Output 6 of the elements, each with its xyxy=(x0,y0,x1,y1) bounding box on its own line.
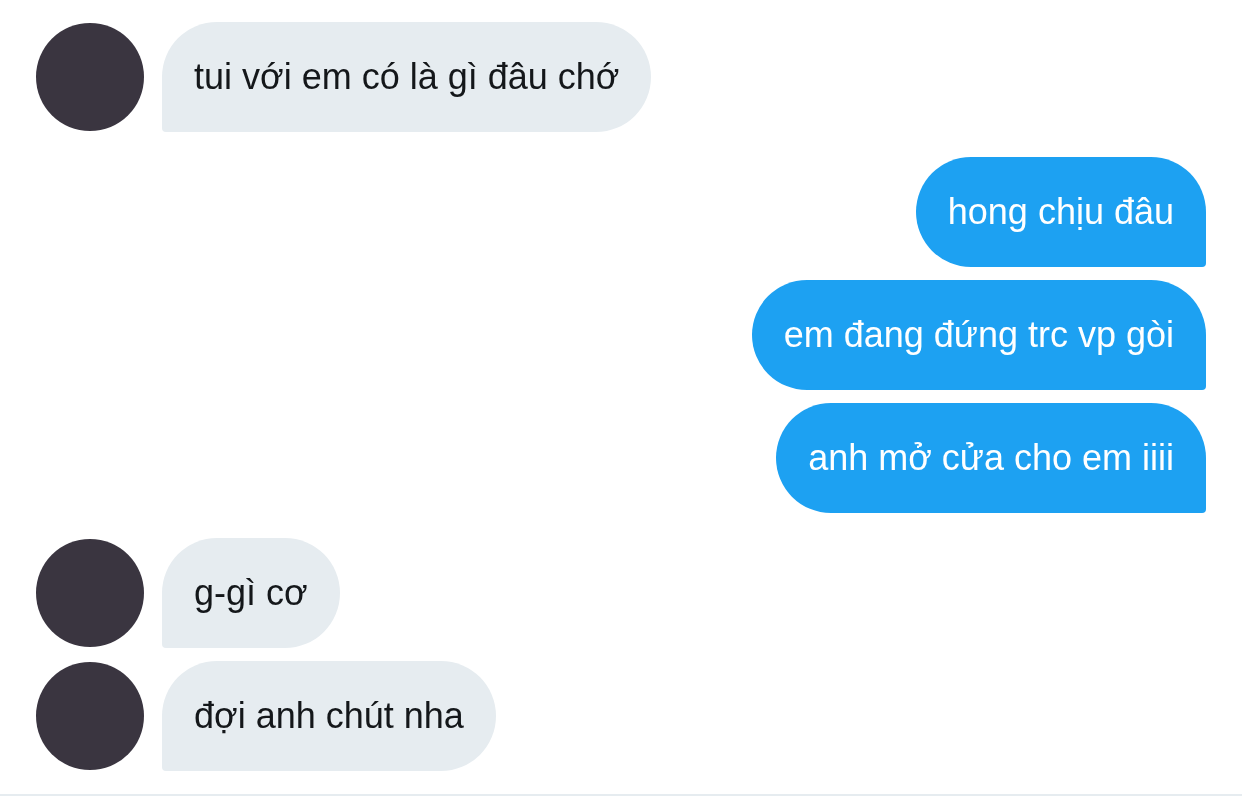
message-bubble: em đang đứng trc vp gòi xyxy=(751,280,1206,390)
message-bubble: g-gì cơ xyxy=(162,538,340,648)
message-bubble: tui với em có là gì đâu chớ xyxy=(162,22,652,132)
message-bubble: hong chịu đâu xyxy=(915,157,1206,267)
message-bubble: anh mở cửa cho em iiii xyxy=(776,403,1206,513)
message-bubble: đợi anh chút nha xyxy=(162,661,496,771)
